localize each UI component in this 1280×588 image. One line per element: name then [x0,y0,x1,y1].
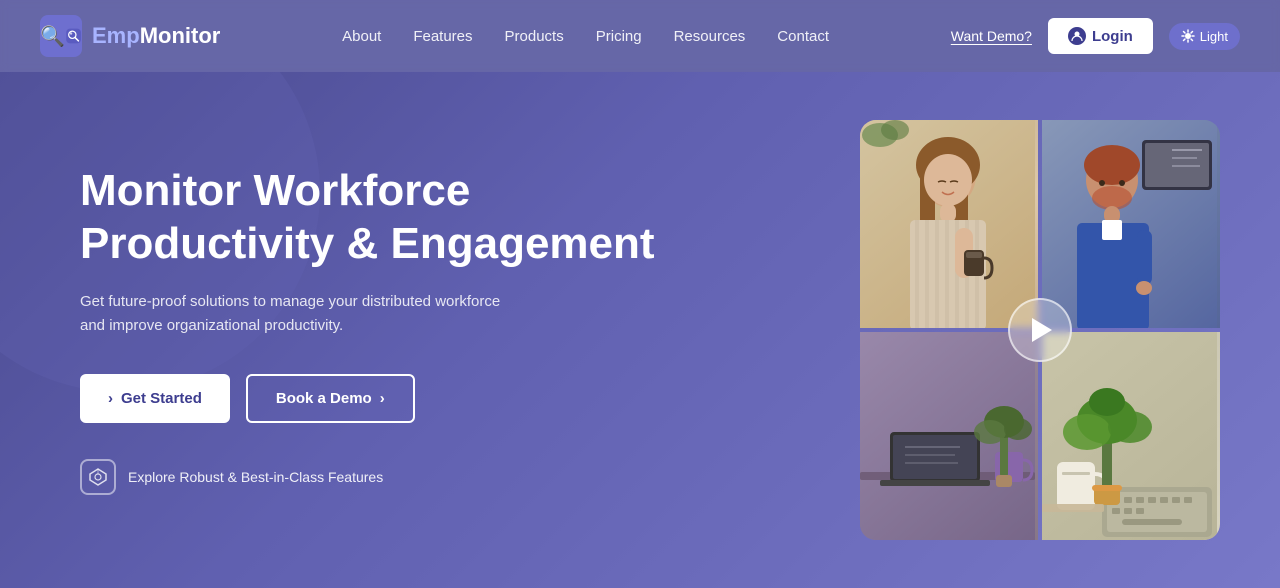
header-right: Want Demo? Login Light [951,18,1240,54]
logo: EmpMonitor [40,15,220,57]
image-cell-top-left [860,120,1038,328]
logo-emp: Emp [92,23,140,48]
nav-contact[interactable]: Contact [777,28,829,45]
nav-products[interactable]: Products [505,28,564,45]
book-demo-label: Book a Demo [276,390,372,407]
logo-icon [40,15,82,57]
image-cell-bottom-left [860,332,1038,540]
want-demo-link[interactable]: Want Demo? [951,28,1032,44]
book-demo-arrow: › [380,390,385,407]
main-nav: About Features Products Pricing Resource… [342,28,829,45]
header: EmpMonitor About Features Products Prici… [0,0,1280,72]
nav-features[interactable]: Features [413,28,472,45]
sun-icon [1181,29,1195,43]
nav-resources[interactable]: Resources [674,28,746,45]
login-button[interactable]: Login [1048,18,1153,54]
hero-title: Monitor Workforce Productivity & Engagem… [80,165,680,271]
image-cell-bottom-right [1042,332,1220,540]
logo-text: EmpMonitor [92,23,220,49]
explore-features[interactable]: Explore Robust & Best-in-Class Features [80,459,680,495]
light-label: Light [1200,29,1228,44]
theme-toggle[interactable]: Light [1169,23,1240,50]
image-cell-top-right [1042,120,1220,328]
get-started-label: Get Started [121,390,202,407]
nav-pricing[interactable]: Pricing [596,28,642,45]
hero-subtitle: Get future-proof solutions to manage you… [80,290,520,338]
hero-buttons: › Get Started Book a Demo › [80,374,680,423]
get-started-button[interactable]: › Get Started [80,374,230,423]
user-icon [1068,27,1086,45]
explore-label: Explore Robust & Best-in-Class Features [128,469,383,485]
hero-content: Monitor Workforce Productivity & Engagem… [80,165,680,496]
hero-section: Monitor Workforce Productivity & Engagem… [0,72,1280,588]
logo-monitor: Monitor [140,23,221,48]
hero-image [860,120,1220,540]
nav-about[interactable]: About [342,28,381,45]
get-started-arrow: › [108,390,113,407]
login-label: Login [1092,28,1133,45]
book-demo-button[interactable]: Book a Demo › [246,374,415,423]
play-overlay[interactable] [1008,298,1072,362]
play-triangle-icon [1032,318,1052,342]
explore-icon [80,459,116,495]
